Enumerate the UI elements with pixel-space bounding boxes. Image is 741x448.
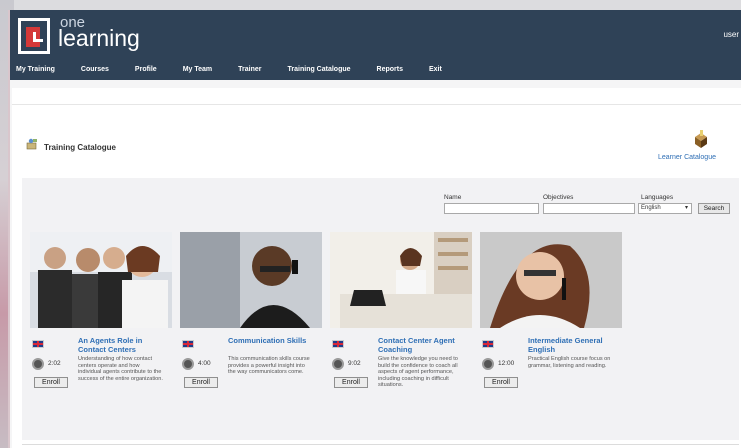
top-background — [0, 0, 741, 10]
course-description: Give the knowledge you need to build the… — [378, 356, 458, 389]
languages-select-value: English — [641, 205, 661, 211]
course-description: Understanding of how contact centers ope… — [78, 356, 163, 382]
page-title: Training Catalogue — [44, 143, 117, 152]
clock-icon — [32, 358, 44, 370]
chevron-down-icon: ▾ — [684, 205, 688, 211]
course-title[interactable]: An Agents Role in Contact Centers — [78, 336, 170, 354]
course-card: Intermediate General English 12:00 Enrol… — [480, 232, 622, 448]
course-duration: 4:00 — [198, 360, 211, 367]
objectives-filter-label: Objectives — [543, 194, 574, 201]
nav-my-team[interactable]: My Team — [183, 66, 212, 73]
languages-filter-label: Languages — [641, 194, 674, 201]
name-filter-input[interactable] — [444, 203, 539, 214]
app-frame: one learning user My Training Courses Pr… — [8, 10, 741, 448]
course-duration: 9:02 — [348, 360, 361, 367]
logo-text-learning: learning — [58, 25, 140, 51]
clock-icon — [182, 358, 194, 370]
course-card: An Agents Role in Contact Centers 2:02 E… — [30, 232, 172, 448]
nav-exit[interactable]: Exit — [429, 66, 442, 73]
objectives-filter-input[interactable] — [543, 203, 635, 214]
name-filter-label: Name — [444, 194, 462, 201]
user-label[interactable]: user — [723, 30, 739, 39]
enroll-button[interactable]: Enroll — [484, 377, 518, 388]
course-duration: 12:00 — [498, 360, 515, 367]
course-image[interactable] — [480, 232, 622, 328]
clock-icon — [332, 358, 344, 370]
languages-select[interactable]: English ▾ — [638, 203, 692, 214]
english-flag-icon — [32, 340, 44, 348]
nav-profile[interactable]: Profile — [135, 66, 157, 73]
course-duration: 2:02 — [48, 360, 61, 367]
course-card: Communication Skills 4:00 Enroll This co… — [180, 232, 322, 448]
enroll-button[interactable]: Enroll — [184, 377, 218, 388]
english-flag-icon — [332, 340, 344, 348]
nav-training-catalogue[interactable]: Training Catalogue — [288, 66, 351, 73]
course-image[interactable] — [180, 232, 322, 328]
top-header: one learning user My Training Courses Pr… — [10, 10, 741, 80]
catalogue-icon — [26, 138, 37, 150]
panel-bottom-divider — [22, 444, 739, 445]
course-card: Contact Center Agent Coaching 9:02 Enrol… — [330, 232, 472, 448]
course-title[interactable]: Intermediate General English — [528, 336, 620, 354]
learner-catalogue-icon[interactable] — [692, 130, 710, 150]
course-description: Practical English course focus on gramma… — [528, 356, 611, 369]
nav-trainer[interactable]: Trainer — [238, 66, 261, 73]
english-flag-icon — [182, 340, 194, 348]
main-nav: My Training Courses Profile My Team Trai… — [16, 66, 468, 73]
logo-bracket-mark — [33, 32, 43, 42]
enroll-button[interactable]: Enroll — [334, 377, 368, 388]
nav-courses[interactable]: Courses — [81, 66, 109, 73]
learner-catalogue-link[interactable]: Learner Catalogue — [658, 154, 716, 161]
content-topbar — [12, 88, 741, 105]
nav-my-training[interactable]: My Training — [16, 66, 55, 73]
enroll-button[interactable]: Enroll — [34, 377, 68, 388]
nav-reports[interactable]: Reports — [377, 66, 403, 73]
clock-icon — [482, 358, 494, 370]
course-title[interactable]: Communication Skills — [228, 336, 320, 345]
course-image[interactable] — [30, 232, 172, 328]
course-image[interactable] — [330, 232, 472, 328]
main-content: Training Catalogue Learner Catalogue Nam… — [12, 88, 741, 448]
search-button[interactable]: Search — [698, 203, 730, 214]
course-title[interactable]: Contact Center Agent Coaching — [378, 336, 470, 354]
course-description: This communication skills course provide… — [228, 356, 310, 376]
english-flag-icon — [482, 340, 494, 348]
